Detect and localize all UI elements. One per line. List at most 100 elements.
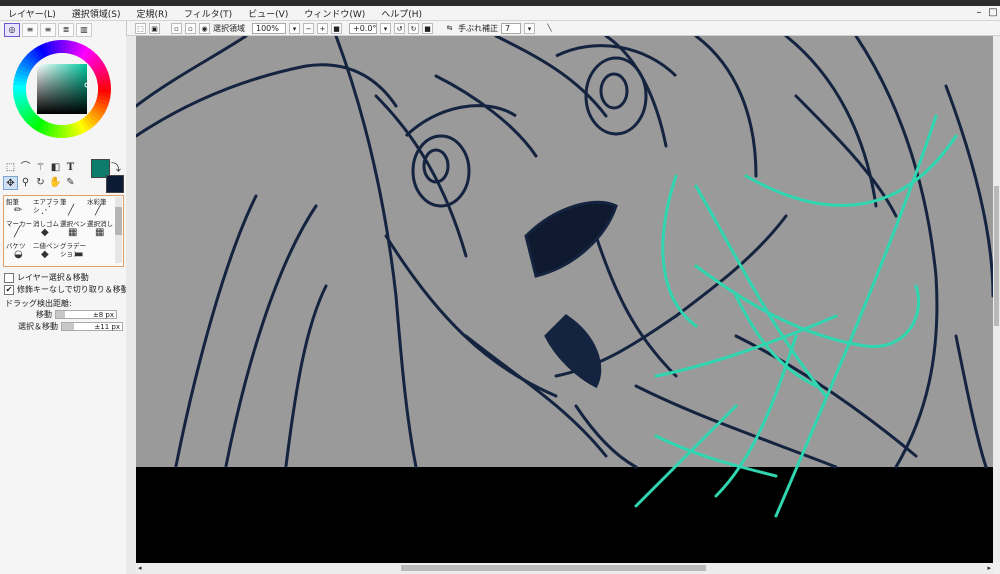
color-wheel[interactable] bbox=[12, 39, 112, 139]
option-label: 修飾キーなしで切り取り＆移動 bbox=[17, 285, 129, 294]
horizontal-scrollbar[interactable]: ◂ ▸ bbox=[136, 563, 993, 574]
brush-watercolor[interactable]: 水彩筆 ╱ bbox=[87, 198, 113, 220]
swap-colors-icon[interactable]: ⤵ bbox=[111, 159, 121, 174]
move-threshold-value: ±8 px bbox=[92, 311, 114, 319]
brush-select-erase[interactable]: 選択消し ▦ bbox=[87, 220, 113, 242]
select-pen-icon: ▦ bbox=[68, 227, 78, 238]
scroll-right-icon[interactable]: ▸ bbox=[987, 563, 991, 574]
brush-airbrush[interactable]: エアブラシ ⋰ bbox=[33, 198, 59, 220]
zoom-out-icon[interactable]: − bbox=[303, 22, 314, 34]
binary-pen-icon: ◆ bbox=[41, 249, 49, 260]
select-move-threshold-value: ±11 px bbox=[94, 323, 120, 331]
scratchpad-tab-icon[interactable]: ▥ bbox=[76, 23, 92, 37]
view-toolbar: ⬚ ▣ ▫ ▫ ◉ 選択領域 100% ▾ − + ■ +0.0° ▾ ↺ ↻ … bbox=[127, 21, 1000, 36]
move-threshold-slider[interactable]: ±8 px bbox=[55, 310, 117, 319]
rotate-icon[interactable]: ↻ bbox=[33, 176, 48, 190]
brush-brush[interactable]: 筆 ╱ bbox=[60, 198, 86, 220]
magic-wand-icon[interactable]: ⚚ bbox=[33, 161, 48, 175]
selection-label: 選択領域 bbox=[213, 23, 245, 33]
zoom-reset-icon[interactable]: ■ bbox=[331, 22, 342, 34]
zoom-icon[interactable]: ⚲ bbox=[18, 176, 33, 190]
move-threshold-label: 移動 bbox=[36, 310, 52, 319]
scroll-left-icon[interactable]: ◂ bbox=[138, 563, 142, 574]
brush-gradient[interactable]: グラデーション ▬ bbox=[60, 242, 86, 264]
brush-binary-pen[interactable]: 二値ペン ◆ bbox=[33, 242, 59, 264]
minimize-button[interactable]: – bbox=[972, 6, 986, 20]
rotate-cw-icon[interactable]: ↻ bbox=[408, 22, 419, 34]
color-panel-tabs: ◎ ≡ ≡ ≣ ▥ bbox=[4, 23, 92, 37]
zoom-field[interactable]: 100% bbox=[252, 22, 286, 34]
zoom-dropdown-icon[interactable]: ▾ bbox=[289, 22, 300, 34]
background-color-swatch[interactable] bbox=[106, 175, 124, 193]
deselect-icon[interactable]: ⬚ bbox=[135, 22, 146, 34]
zoom-in-icon[interactable]: + bbox=[317, 22, 328, 34]
flip-horizontal-icon[interactable]: ⇆ bbox=[444, 23, 455, 34]
stabilizer-field[interactable]: 7 bbox=[501, 22, 521, 34]
select-rect-icon[interactable]: ⬚ bbox=[3, 161, 18, 175]
gradient-icon: ▬ bbox=[74, 249, 84, 260]
rotation-dropdown-icon[interactable]: ▾ bbox=[380, 22, 391, 34]
brush-bucket[interactable]: バケツ ◒ bbox=[6, 242, 32, 264]
drawing-canvas[interactable] bbox=[136, 36, 993, 563]
canvas-area[interactable] bbox=[136, 36, 993, 563]
move-without-ctrl-checkbox[interactable]: ✔ bbox=[4, 284, 14, 295]
eyedropper-icon[interactable]: ✎ bbox=[63, 176, 78, 190]
watercolor-icon: ╱ bbox=[95, 205, 102, 216]
menu-ruler[interactable]: 定規(R) bbox=[129, 7, 176, 20]
menu-help[interactable]: ヘルプ(H) bbox=[373, 7, 430, 20]
drag-threshold-heading: ドラッグ検出距離: bbox=[5, 298, 72, 309]
rotate-ccw-icon[interactable]: ↺ bbox=[394, 22, 405, 34]
move-icon[interactable]: ✥ bbox=[3, 176, 18, 190]
color-wheel-tab-icon[interactable]: ◎ bbox=[4, 23, 20, 37]
horizontal-scroll-thumb[interactable] bbox=[401, 565, 706, 571]
lasso-icon[interactable]: ⌒ bbox=[18, 161, 33, 175]
stabilizer-label: 手ぶれ補正 bbox=[458, 23, 498, 33]
brush-marker[interactable]: マーカー ╱ bbox=[6, 220, 32, 242]
option-label: レイヤー選択＆移動 bbox=[17, 273, 89, 282]
eraser-icon: ◆ bbox=[41, 227, 49, 238]
hsv-slider-tab-icon[interactable]: ≡ bbox=[40, 23, 56, 37]
marker-icon: ╱ bbox=[14, 227, 21, 238]
select-move-threshold-slider[interactable]: ±11 px bbox=[61, 322, 123, 331]
stabilizer-dropdown-icon[interactable]: ▾ bbox=[524, 22, 535, 34]
layer-select-move-option[interactable]: レイヤー選択＆移動 bbox=[4, 272, 89, 283]
brush-select-pen[interactable]: 選択ペン ▦ bbox=[60, 220, 86, 242]
bucket-icon: ◒ bbox=[14, 249, 23, 260]
menu-layer[interactable]: レイヤー(L) bbox=[0, 7, 64, 20]
brush-grid-scrollbar[interactable] bbox=[115, 197, 122, 263]
brush-eraser[interactable]: 消しゴム ◆ bbox=[33, 220, 59, 242]
selection-tools: ⬚ ⌒ ⚚ ◧ T ✥ ⚲ ↻ ✋ ✎ bbox=[3, 161, 89, 191]
menu-window[interactable]: ウィンドウ(W) bbox=[296, 7, 373, 20]
straight-line-icon[interactable]: ╲ bbox=[544, 23, 555, 34]
selection-fill-icon[interactable]: ▫ bbox=[185, 22, 196, 34]
tool-panel: ◎ ≡ ≡ ≣ ▥ ⬚ ⌒ ⚚ ◧ T ✥ ⚲ ↻ ✋ ✎ ⤵ 鉛筆 ✏ エアブ… bbox=[0, 21, 129, 574]
brush-pencil[interactable]: 鉛筆 ✏ bbox=[6, 198, 32, 220]
hand-icon[interactable]: ✋ bbox=[48, 176, 63, 190]
swatches-tab-icon[interactable]: ≣ bbox=[58, 23, 74, 37]
vertical-scrollbar[interactable] bbox=[993, 36, 1000, 563]
maximize-button[interactable]: □ bbox=[986, 6, 1000, 20]
menu-bar: レイヤー(L) 選択領域(S) 定規(R) フィルタ(T) ビュー(V) ウィン… bbox=[0, 6, 1000, 21]
select-move-threshold-row: 選択＆移動 ±11 px bbox=[18, 321, 123, 332]
pencil-icon: ✏ bbox=[14, 205, 23, 216]
brush-tool-grid: 鉛筆 ✏ エアブラシ ⋰ 筆 ╱ 水彩筆 ╱ マーカー ╱ 消しゴム ◆ 選択ペ… bbox=[3, 195, 124, 267]
move-without-ctrl-option[interactable]: ✔ 修飾キーなしで切り取り＆移動 bbox=[4, 284, 129, 295]
rgb-slider-tab-icon[interactable]: ≡ bbox=[22, 23, 38, 37]
text-icon[interactable]: T bbox=[63, 161, 78, 175]
menu-filter[interactable]: フィルタ(T) bbox=[176, 7, 240, 20]
selection-frame-icon[interactable]: ▫ bbox=[171, 22, 182, 34]
selection-view-icon[interactable]: ◉ bbox=[199, 22, 210, 34]
menu-view[interactable]: ビュー(V) bbox=[240, 7, 296, 20]
fill-select-icon[interactable]: ◧ bbox=[48, 161, 63, 175]
brush-icon: ╱ bbox=[68, 205, 75, 216]
vertical-scroll-thumb[interactable] bbox=[994, 186, 999, 326]
move-threshold-row: 移動 ±8 px bbox=[36, 309, 117, 320]
menu-selection[interactable]: 選択領域(S) bbox=[64, 7, 129, 20]
panel-splitter[interactable] bbox=[126, 36, 136, 574]
drag-threshold-label: ドラッグ検出距離: bbox=[5, 299, 72, 308]
layer-select-move-checkbox[interactable] bbox=[4, 272, 14, 283]
rotation-field[interactable]: +0.0° bbox=[349, 22, 377, 34]
invert-selection-icon[interactable]: ▣ bbox=[149, 22, 160, 34]
rotation-reset-icon[interactable]: ■ bbox=[422, 22, 433, 34]
brush-label: 筆 bbox=[60, 198, 67, 206]
